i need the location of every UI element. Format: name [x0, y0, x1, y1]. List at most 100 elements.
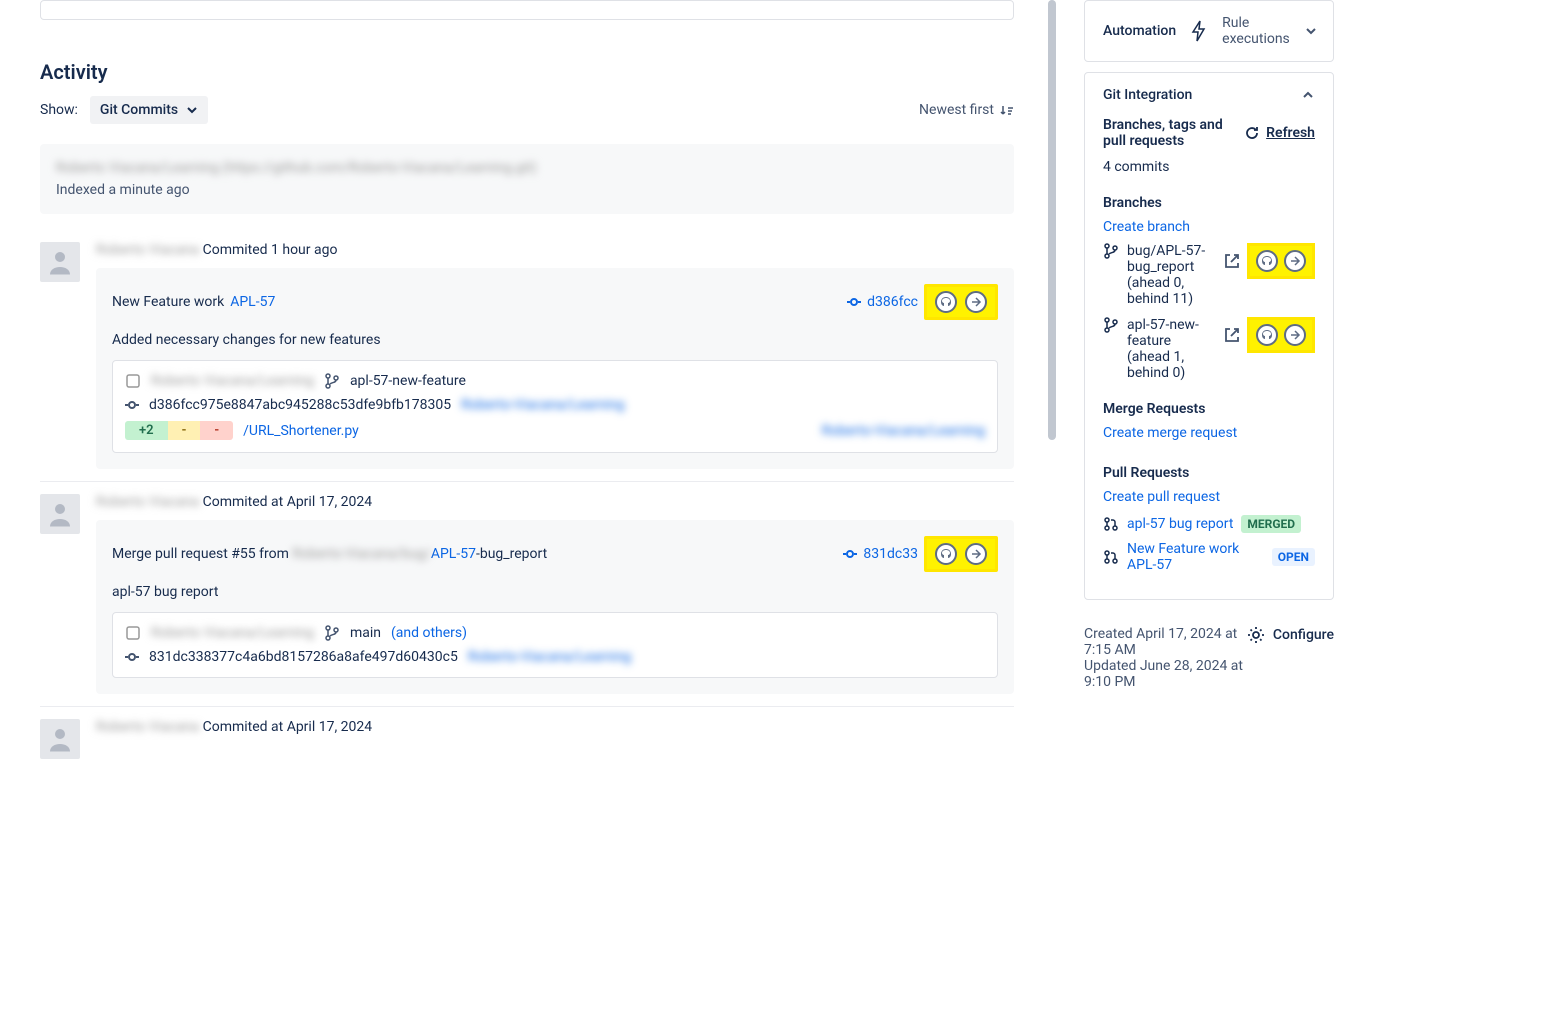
full-hash: d386fcc975e8847abc945288c53dfe9bfb178305 [149, 397, 451, 413]
status-badge: OPEN [1272, 548, 1315, 566]
commit-node-icon [847, 295, 861, 309]
chevron-down-icon [1304, 24, 1318, 38]
highlighted-tool-icons [1247, 317, 1315, 353]
status-badge: MERGED [1241, 515, 1301, 533]
branch-name: main [350, 625, 381, 641]
branch-name: apl-57-new-feature (ahead 1, behind 0) [1127, 317, 1215, 381]
pull-request-row: New Feature work APL-57 OPEN [1103, 541, 1315, 573]
repo-icon [125, 625, 141, 641]
branch-icon [1103, 243, 1119, 259]
commit-node-icon [125, 650, 139, 664]
pull-requests-heading: Pull Requests [1103, 465, 1315, 481]
chevron-down-icon [186, 104, 198, 116]
open-external-icon[interactable] [965, 543, 987, 565]
sort-icon [1000, 103, 1014, 117]
commit-time: Commited at April 17, 2024 [203, 719, 373, 735]
pull-request-icon [1103, 549, 1119, 565]
chevron-up-icon [1301, 88, 1315, 102]
external-link-icon[interactable] [1223, 252, 1241, 270]
highlighted-tool-icons [924, 284, 998, 320]
commit-item-partial: Roberto Viacana Commited at April 17, 20… [40, 707, 1014, 771]
gitkraken-icon[interactable] [935, 543, 957, 565]
branch-name: apl-57-new-feature [350, 373, 466, 389]
commit-description: apl-57 bug report [112, 584, 998, 600]
create-branch-link[interactable]: Create branch [1103, 219, 1315, 235]
commit-node-icon [125, 398, 139, 412]
repo-name: Roberto Viacana/Learning [151, 625, 314, 641]
configure-button[interactable]: Configure [1247, 626, 1334, 644]
gitkraken-icon[interactable] [1256, 324, 1278, 346]
show-label: Show: [40, 102, 78, 118]
repo-link[interactable]: Roberto-Viacana/Learning [468, 649, 631, 665]
index-repo-block: Roberto Viacana/Learning (https://github… [40, 144, 1014, 214]
git-integration-panel: Git Integration Branches, tags and pull … [1084, 72, 1334, 600]
repo-icon [125, 373, 141, 389]
commit-author: Roberto Viacana [96, 494, 199, 510]
branch-row: bug/APL-57-bug_report (ahead 0, behind 1… [1103, 243, 1315, 307]
open-external-icon[interactable] [965, 291, 987, 313]
open-external-icon[interactable] [1284, 250, 1306, 272]
activity-heading: Activity [40, 60, 1014, 84]
created-timestamp: Created April 17, 2024 at 7:15 AM [1084, 626, 1247, 658]
branch-extra[interactable]: (and others) [391, 625, 467, 641]
commit-title-prefix: Merge pull request #55 from [112, 546, 292, 562]
refresh-icon [1244, 125, 1260, 141]
commit-hash-link[interactable]: 831dc33 [843, 546, 918, 562]
commit-author: Roberto Viacana [96, 242, 199, 258]
commit-time: Commited at April 17, 2024 [203, 494, 373, 510]
avatar [40, 719, 80, 759]
diff-stats: +2 - - [125, 421, 233, 440]
merge-requests-heading: Merge Requests [1103, 401, 1315, 417]
gitkraken-icon[interactable] [935, 291, 957, 313]
pr-title[interactable]: New Feature work APL-57 [1127, 541, 1264, 573]
external-link-icon[interactable] [1223, 326, 1241, 344]
highlighted-tool-icons [924, 536, 998, 572]
indexed-repo: Roberto Viacana/Learning (https://github… [56, 160, 998, 176]
gitkraken-icon[interactable] [1256, 250, 1278, 272]
pull-request-icon [1103, 516, 1119, 532]
highlighted-tool-icons [1247, 243, 1315, 279]
gear-icon [1247, 626, 1265, 644]
indexed-time: Indexed a minute ago [56, 182, 998, 198]
pr-title[interactable]: apl-57 bug report [1127, 516, 1233, 532]
scrollbar-thumb[interactable] [1048, 0, 1056, 440]
automation-header[interactable]: Automation Rule executions [1085, 1, 1333, 61]
top-card-stub [40, 0, 1014, 20]
commit-author: Roberto Viacana [96, 719, 199, 735]
open-external-icon[interactable] [1284, 324, 1306, 346]
sort-newest-first[interactable]: Newest first [919, 102, 1014, 118]
commit-detail-card: Roberto Viacana/Learning apl-57-new-feat… [112, 360, 998, 453]
pull-request-row: apl-57 bug report MERGED [1103, 515, 1315, 533]
issue-link[interactable]: APL-57 [230, 294, 275, 310]
filter-value: Git Commits [100, 102, 178, 118]
bolt-icon [1190, 20, 1208, 42]
commit-hash-link[interactable]: d386fcc [847, 294, 918, 310]
branch-icon [324, 373, 340, 389]
commit-description: Added necessary changes for new features [112, 332, 998, 348]
commits-count: 4 commits [1103, 159, 1315, 175]
create-pull-request-link[interactable]: Create pull request [1103, 489, 1315, 505]
commit-detail-card: Roberto Viacana/Learning main (and other… [112, 612, 998, 678]
commit-item: Roberto Viacana Commited at April 17, 20… [40, 482, 1014, 707]
repo-link-2[interactable]: Roberto-Viacana/Learning [822, 423, 985, 439]
updated-timestamp: Updated June 28, 2024 at 9:10 PM [1084, 658, 1247, 690]
branch-icon [1103, 317, 1119, 333]
avatar [40, 242, 80, 282]
full-hash: 831dc338377c4a6bd8157286a8afe497d60430c5 [149, 649, 458, 665]
commit-time: Commited 1 hour ago [203, 242, 338, 258]
commit-title-prefix: New Feature work [112, 294, 224, 310]
issue-link[interactable]: APL-57 [431, 546, 476, 562]
repo-link[interactable]: Roberto-Viacana/Learning [461, 397, 624, 413]
branches-heading: Branches [1103, 195, 1315, 211]
refresh-button[interactable]: Refresh [1244, 125, 1315, 141]
commit-node-icon [843, 547, 857, 561]
branch-name: bug/APL-57-bug_report (ahead 0, behind 1… [1127, 243, 1215, 307]
file-link[interactable]: /URL_Shortener.py [243, 423, 359, 439]
branches-section-title: Branches, tags and pull requests [1103, 117, 1244, 149]
create-merge-request-link[interactable]: Create merge request [1103, 425, 1315, 441]
branch-icon [324, 625, 340, 641]
branch-row: apl-57-new-feature (ahead 1, behind 0) [1103, 317, 1315, 381]
activity-filter-select[interactable]: Git Commits [90, 96, 208, 124]
git-integration-header[interactable]: Git Integration [1085, 73, 1333, 117]
repo-name: Roberto Viacana/Learning [151, 373, 314, 389]
